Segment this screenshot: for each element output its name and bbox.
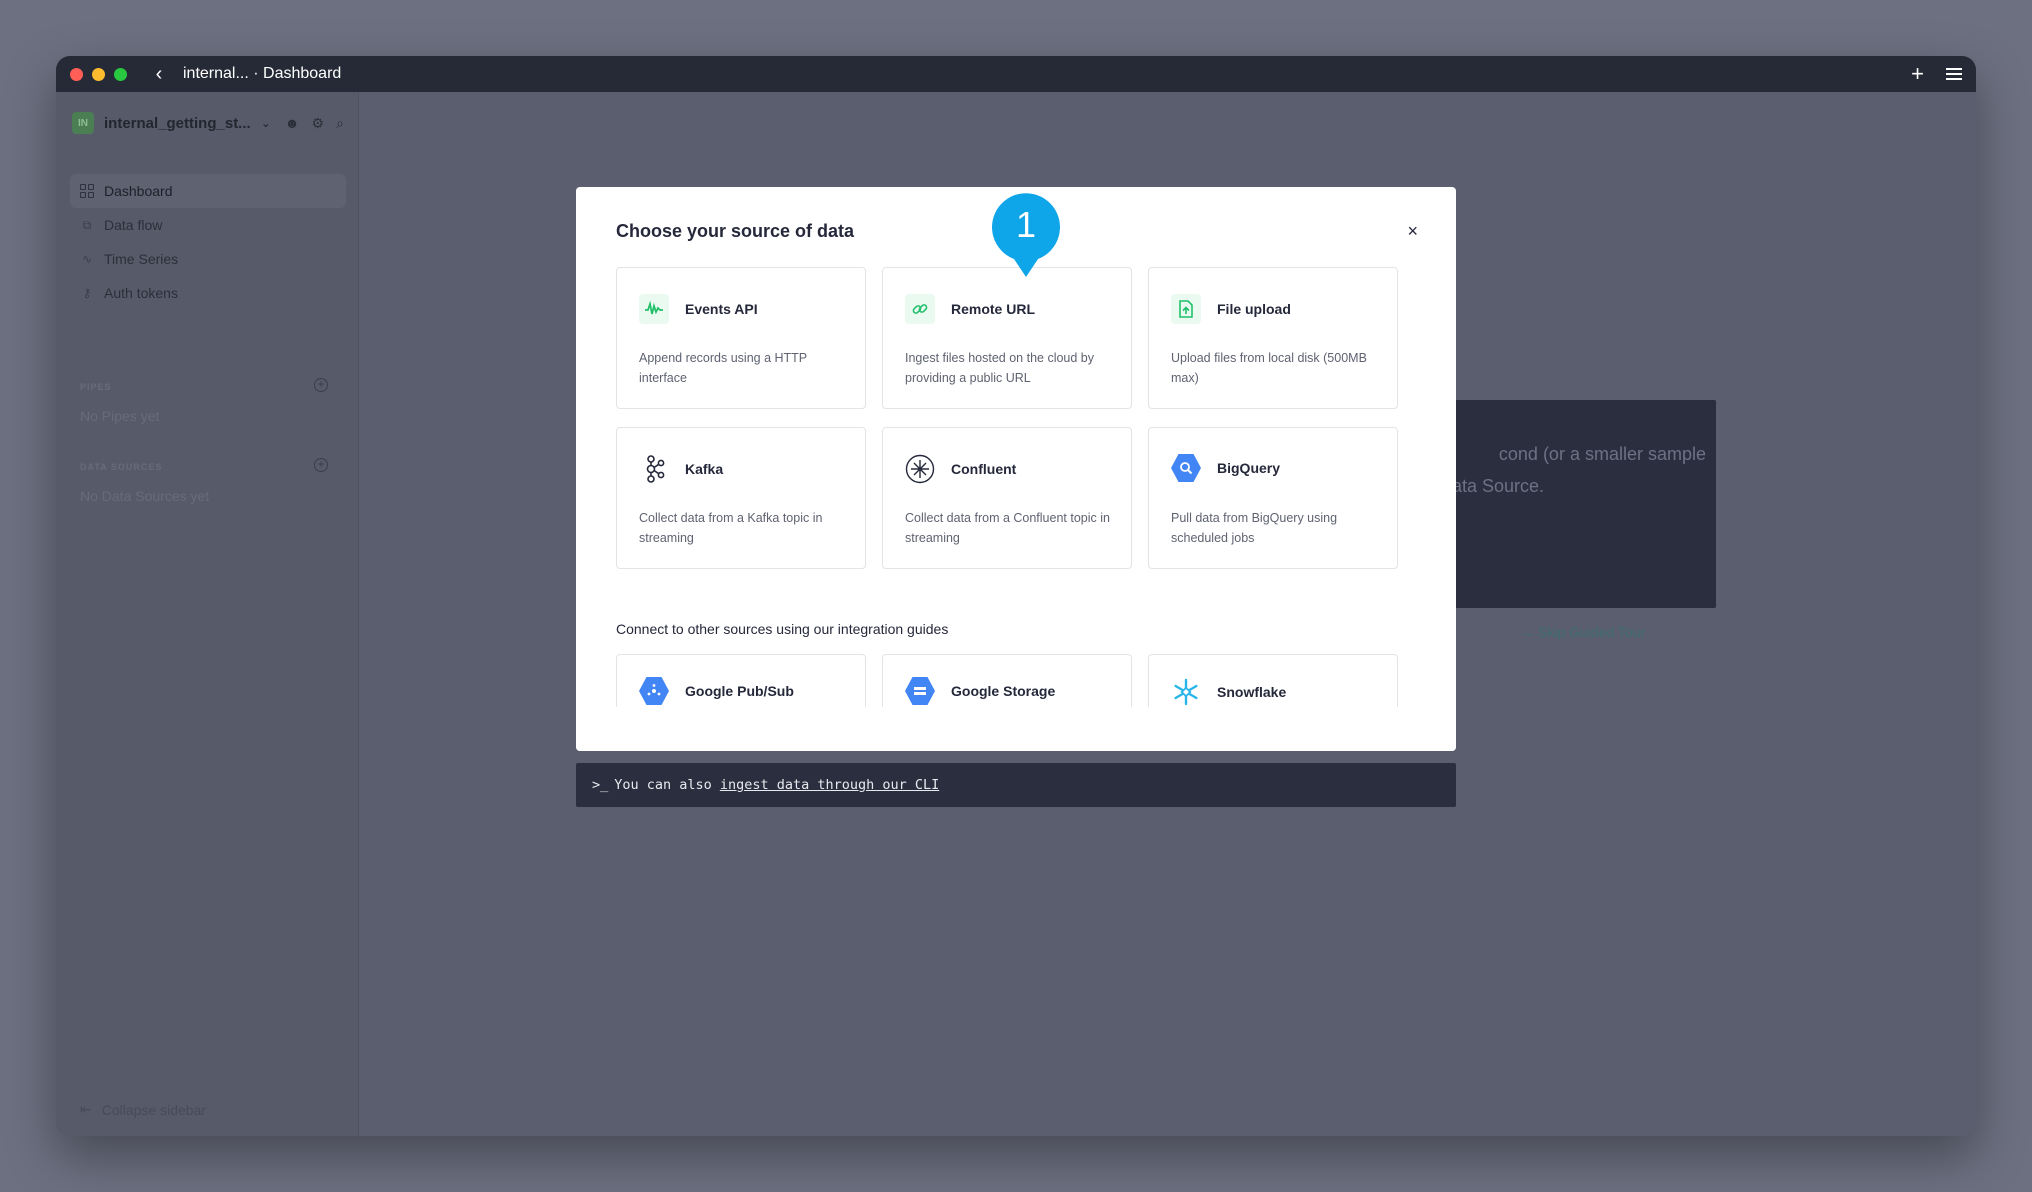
file-upload-icon	[1171, 294, 1201, 324]
add-data-source-button[interactable]: +	[314, 458, 328, 472]
pipes-empty-text: No Pipes yet	[80, 408, 160, 424]
sidebar-item-label: Dashboard	[104, 183, 173, 199]
add-pipe-button[interactable]: +	[314, 378, 328, 392]
link-icon	[905, 294, 935, 324]
source-card-confluent[interactable]: Confluent Collect data from a Confluent …	[882, 427, 1132, 569]
minimize-window-button[interactable]	[92, 67, 105, 81]
pipes-heading: PIPES	[80, 382, 112, 392]
source-card-events-api[interactable]: Events API Append records using a HTTP i…	[616, 267, 866, 409]
modal-footer-space	[576, 707, 1456, 751]
sidebar-item-label: Data flow	[104, 217, 163, 233]
sidebar-item-auth-tokens[interactable]: ⚷ Auth tokens	[70, 276, 346, 310]
source-card-file-upload[interactable]: File upload Upload files from local disk…	[1148, 267, 1398, 409]
skip-guided-tour-link[interactable]: → Skip Guided Tour	[1520, 624, 1645, 640]
tour-step-marker: 1	[992, 193, 1060, 277]
source-card-kafka[interactable]: Kafka Collect data from a Kafka topic in…	[616, 427, 866, 569]
source-card-title: Remote URL	[951, 301, 1036, 317]
gear-icon[interactable]: ⚙	[312, 115, 325, 132]
sidebar-item-label: Time Series	[104, 251, 179, 267]
terminal-icon: >_	[592, 777, 609, 793]
snowflake-icon	[1171, 677, 1201, 707]
source-card-desc: Append records using a HTTP interface	[639, 351, 807, 385]
window-controls	[70, 67, 127, 81]
confluent-icon	[905, 454, 935, 484]
maximize-window-button[interactable]	[114, 67, 127, 81]
collapse-icon: ⇤	[80, 1101, 92, 1117]
data-flow-icon: ⧉	[82, 217, 92, 232]
integration-card-google-pubsub[interactable]: Google Pub/Sub	[616, 654, 866, 714]
integration-guides-label: Connect to other sources using our integ…	[616, 621, 949, 637]
data-sources-heading: DATA SOURCES	[80, 462, 163, 472]
back-icon[interactable]: ‹	[149, 63, 169, 86]
sidebar-item-data-flow[interactable]: ⧉ Data flow	[70, 208, 346, 242]
source-card-title: Kafka	[685, 461, 724, 477]
collapse-sidebar-label: Collapse sidebar	[101, 1101, 207, 1118]
source-card-title: Confluent	[951, 461, 1017, 477]
window-title: internal... · Dashboard	[183, 65, 342, 82]
auth-tokens-icon: ⚷	[82, 286, 92, 300]
workspace-avatar: IN	[72, 112, 94, 134]
sidebar: IN internal_getting_st... ⌄ ☻ ⚙ ⌕ Dashbo…	[56, 92, 359, 1136]
source-card-bigquery[interactable]: BigQuery Pull data from BigQuery using s…	[1148, 427, 1398, 569]
source-card-remote-url[interactable]: Remote URL Ingest files hosted on the cl…	[882, 267, 1132, 409]
integration-card-snowflake[interactable]: Snowflake	[1148, 654, 1398, 714]
integration-card-title: Snowflake	[1217, 684, 1287, 700]
source-card-title: Events API	[685, 301, 758, 317]
sidebar-item-time-series[interactable]: ∿ Time Series	[70, 242, 346, 276]
kafka-icon	[639, 454, 669, 484]
sidebar-item-dashboard[interactable]: Dashboard	[70, 174, 346, 208]
cli-docs-link[interactable]: ingest data through our CLI	[720, 777, 939, 793]
sidebar-item-label: Auth tokens	[104, 285, 178, 301]
user-avatar-icon[interactable]: ☻	[285, 115, 300, 132]
bigquery-icon	[1171, 454, 1201, 482]
collapse-sidebar-button[interactable]: ⇤ Collapse sidebar	[80, 1101, 206, 1118]
workspace-name: internal_getting_st...	[104, 114, 251, 132]
source-card-title: File upload	[1217, 301, 1291, 317]
new-tab-icon[interactable]: +	[1911, 61, 1924, 87]
title-bar: ‹ internal... · Dashboard +	[56, 56, 1976, 92]
source-card-title: BigQuery	[1217, 460, 1281, 476]
cli-hint-bar: >_ You can also ingest data through our …	[576, 763, 1456, 807]
search-icon[interactable]: ⌕	[336, 115, 344, 132]
workspace-selector[interactable]: IN internal_getting_st... ⌄ ☻ ⚙ ⌕	[72, 112, 344, 134]
source-card-desc: Collect data from a Kafka topic in strea…	[639, 511, 823, 545]
menu-icon[interactable]	[1946, 68, 1962, 80]
sidebar-nav: Dashboard ⧉ Data flow ∿ Time Series ⚷ Au…	[70, 174, 346, 310]
close-window-button[interactable]	[70, 67, 83, 81]
integration-card-google-storage[interactable]: Google Storage	[882, 654, 1132, 714]
source-card-desc: Pull data from BigQuery using scheduled …	[1171, 511, 1338, 545]
source-card-desc: Ingest files hosted on the cloud by prov…	[905, 351, 1095, 385]
data-sources-empty-text: No Data Sources yet	[80, 488, 210, 504]
integration-card-title: Google Storage	[951, 683, 1056, 699]
integration-card-title: Google Pub/Sub	[685, 683, 794, 699]
events-api-icon	[639, 294, 669, 324]
time-series-icon: ∿	[81, 252, 93, 266]
modal-title: Choose your source of data	[616, 221, 855, 241]
cli-hint-text: You can also	[614, 777, 712, 793]
dashboard-icon	[80, 184, 94, 198]
source-card-desc: Upload files from local disk (500MB max)	[1171, 351, 1367, 385]
tour-step-number: 1	[1016, 204, 1036, 245]
chevron-down-icon[interactable]: ⌄	[261, 116, 271, 130]
source-card-desc: Collect data from a Confluent topic in s…	[905, 511, 1110, 545]
close-icon[interactable]: ×	[1407, 221, 1418, 242]
google-storage-icon	[905, 677, 935, 705]
google-pubsub-icon	[639, 677, 669, 705]
